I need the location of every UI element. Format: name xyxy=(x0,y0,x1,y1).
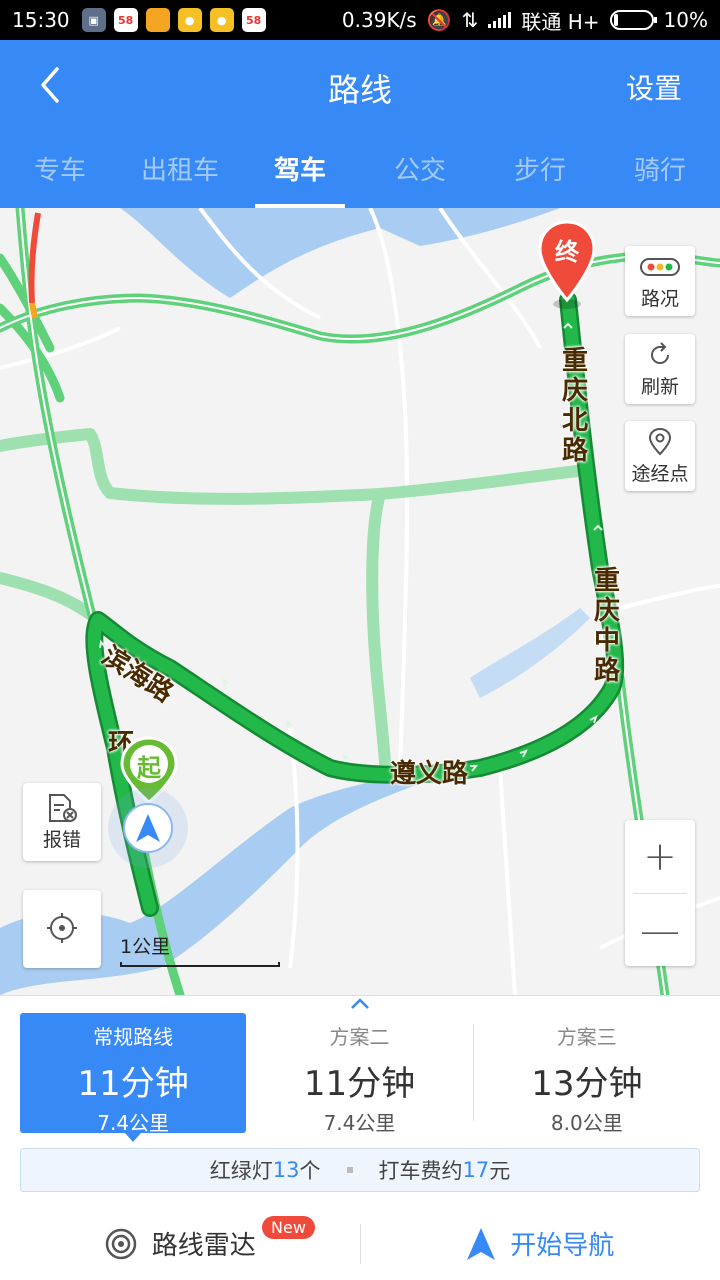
header: 路线 设置 专车 出租车 驾车 公交 步行 骑行 xyxy=(0,40,720,208)
page-title: 路线 xyxy=(327,71,392,109)
end-marker-label: 终 xyxy=(555,238,579,266)
plan-distance: 8.0公里 xyxy=(550,1111,623,1135)
plus-icon: + xyxy=(643,833,677,880)
action-bar: 路线雷达 New 开始导航 xyxy=(0,1206,720,1280)
plan-three[interactable]: 方案三 13分钟 8.0公里 xyxy=(474,1013,700,1135)
plan-regular[interactable]: 常规路线 11分钟 7.4公里 xyxy=(20,1013,247,1142)
route-info-bar: 红绿灯 13 个 打车费约 17 元 xyxy=(20,1148,700,1192)
route-radar-label: 路线雷达 xyxy=(151,1231,256,1261)
scale-bar xyxy=(120,962,280,967)
crosshair-icon xyxy=(46,913,78,943)
mode-tabs: 专车 出租车 驾车 公交 步行 骑行 xyxy=(0,140,720,208)
sim-icon: ▣ xyxy=(81,8,106,32)
traffic-button[interactable]: 路况 xyxy=(625,246,695,316)
plan-time: 11分钟 xyxy=(77,1064,189,1104)
zoom-control: + — xyxy=(625,820,695,966)
tab-walk[interactable]: 步行 xyxy=(480,140,600,208)
refresh-button[interactable]: 刷新 xyxy=(625,334,695,404)
traffic-lights-prefix: 红绿灯 xyxy=(209,1159,273,1183)
start-navigation-label: 开始导航 xyxy=(510,1231,615,1261)
radar-icon xyxy=(105,1228,136,1259)
traffic-lights-count: 13 xyxy=(272,1158,300,1182)
taxi-fare-prefix: 打车费约 xyxy=(378,1159,463,1183)
refresh-button-label: 刷新 xyxy=(640,375,679,398)
navigation-arrow-icon xyxy=(467,1227,496,1260)
report-error-button[interactable]: 报错 xyxy=(23,783,101,861)
road-label-chongqing-north: 重庆北路 xyxy=(561,346,588,466)
map-view[interactable]: 重庆北路 重庆中路 滨海路 遵义路 环 终 起 路况 刷新 途经点 报错 + —… xyxy=(0,208,720,995)
refresh-icon xyxy=(646,340,674,370)
battery-level: 10% xyxy=(663,8,708,32)
route-plans: 常规路线 11分钟 7.4公里 方案二 11分钟 7.4公里 方案三 13分钟 … xyxy=(20,1013,700,1142)
end-marker[interactable]: 终 xyxy=(538,220,596,310)
zoom-in-button[interactable]: + xyxy=(625,820,695,893)
new-badge: New xyxy=(262,1216,315,1239)
map-app-icon: ● xyxy=(177,8,202,32)
plan-distance: 7.4公里 xyxy=(97,1111,170,1135)
waypoint-button[interactable]: 途经点 xyxy=(625,421,695,491)
plan-two[interactable]: 方案二 11分钟 7.4公里 xyxy=(246,1013,472,1135)
settings-button[interactable]: 设置 xyxy=(626,67,682,107)
carrier: 联通 H+ xyxy=(521,9,600,34)
taxi-fare-amount: 17 xyxy=(462,1158,490,1182)
zoom-out-button[interactable]: — xyxy=(625,894,695,967)
signal-icon xyxy=(488,12,512,28)
app-58-icon: 58 xyxy=(113,8,138,32)
waypoint-pin-icon xyxy=(648,427,672,457)
traffic-lights-suffix: 个 xyxy=(299,1159,321,1183)
tab-taxi[interactable]: 出租车 xyxy=(120,140,240,208)
start-navigation-button[interactable]: 开始导航 xyxy=(361,1225,720,1262)
network-speed: 0.39K/s xyxy=(341,8,417,32)
status-time: 15:30 xyxy=(12,8,70,32)
plan-name: 常规路线 xyxy=(93,1025,174,1049)
map-app-icon-2: ● xyxy=(209,8,234,32)
battery-icon xyxy=(609,10,657,30)
plan-name: 方案三 xyxy=(556,1025,617,1049)
route-radar-button[interactable]: 路线雷达 New xyxy=(0,1216,360,1262)
chevron-up-icon[interactable] xyxy=(350,996,370,1012)
current-location xyxy=(108,788,188,868)
plan-time: 11分钟 xyxy=(303,1064,416,1104)
data-arrows-icon: ⇅ xyxy=(461,8,479,32)
tab-drive[interactable]: 驾车 xyxy=(240,140,360,208)
scale-label: 1公里 xyxy=(120,936,171,958)
tab-bus[interactable]: 公交 xyxy=(360,140,480,208)
road-label-chongqing-middle: 重庆中路 xyxy=(593,566,620,686)
note-app-icon xyxy=(145,8,170,32)
tab-bike[interactable]: 骑行 xyxy=(600,140,720,208)
traffic-button-label: 路况 xyxy=(640,287,679,310)
info-separator xyxy=(346,1167,353,1173)
road-label-zunyi: 遵义路 xyxy=(390,759,469,789)
start-marker-label: 起 xyxy=(137,754,161,782)
plan-distance: 7.4公里 xyxy=(323,1111,396,1135)
plan-time: 13分钟 xyxy=(531,1064,643,1104)
location-arrow-icon xyxy=(136,814,160,842)
status-bar: 15:30 ▣ 58 ● ● 58 0.39K/s 🔕 ⇅ 联通 H+ 10% xyxy=(0,0,720,40)
app-58-icon-2: 58 xyxy=(241,8,266,32)
report-error-label: 报错 xyxy=(42,828,81,851)
minus-icon: — xyxy=(640,907,680,954)
plan-name: 方案二 xyxy=(329,1025,390,1049)
mute-icon: 🔕 xyxy=(426,8,452,32)
report-document-icon xyxy=(46,793,78,823)
locate-me-button[interactable] xyxy=(23,890,101,968)
traffic-light-icon xyxy=(640,252,680,282)
tab-special-car[interactable]: 专车 xyxy=(0,140,120,208)
taxi-fare-suffix: 元 xyxy=(489,1159,511,1183)
waypoint-button-label: 途经点 xyxy=(631,462,689,485)
route-panel: 常规路线 11分钟 7.4公里 方案二 11分钟 7.4公里 方案三 13分钟 … xyxy=(0,995,720,1280)
